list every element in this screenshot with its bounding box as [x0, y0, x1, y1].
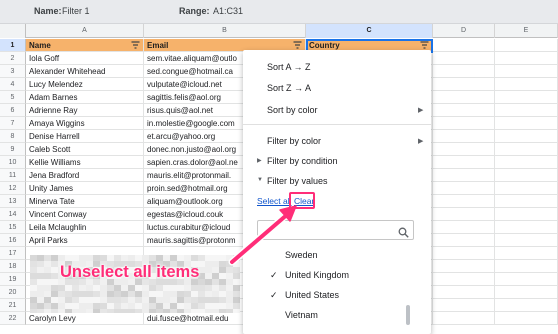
annotation-arrow	[228, 205, 297, 266]
annotation-text: Unselect all items	[60, 263, 200, 281]
